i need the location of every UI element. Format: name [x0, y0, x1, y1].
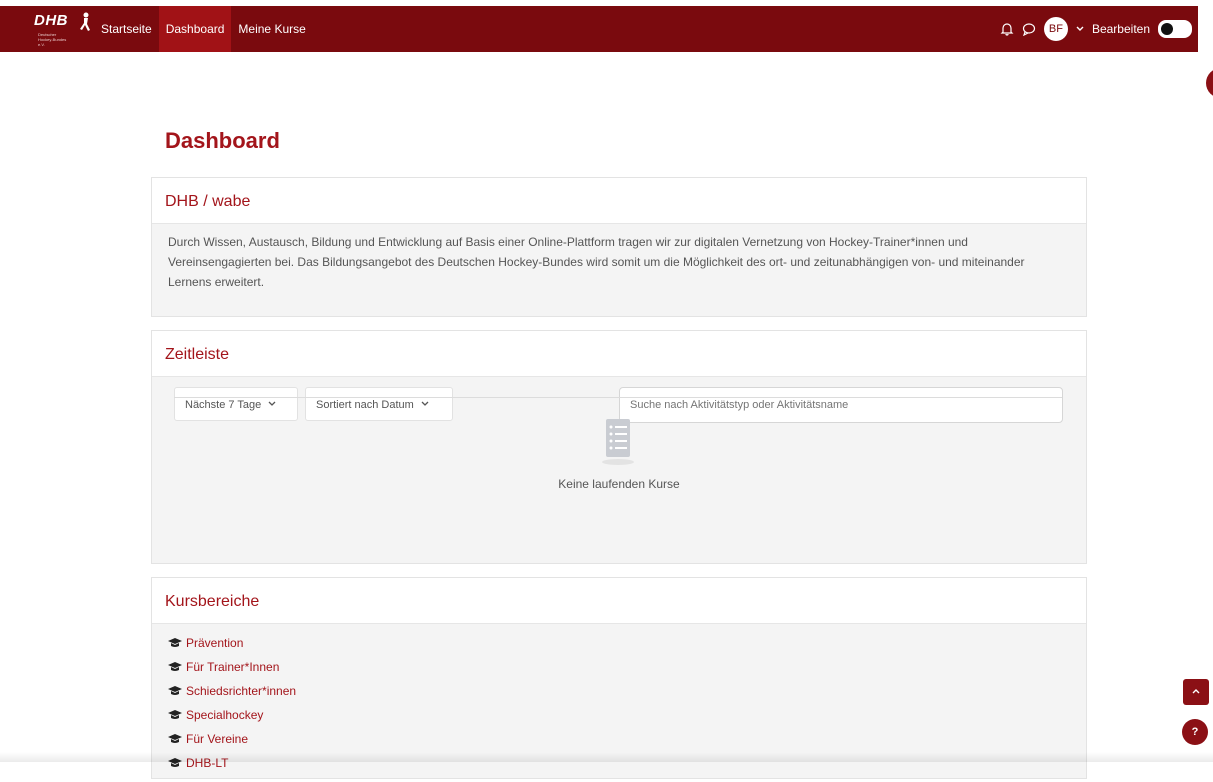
category-label: Specialhockey [186, 708, 264, 722]
edit-mode-toggle[interactable] [1158, 20, 1192, 38]
logo-text: DHB [34, 12, 68, 29]
logo-subtext: Deutscher Hockey-Bundes e.V. [38, 32, 67, 47]
user-avatar[interactable]: BF [1043, 17, 1068, 41]
timeline-search-input[interactable] [619, 387, 1063, 423]
nav-meine-kurse[interactable]: Meine Kurse [231, 6, 312, 52]
timeline-range-label: Nächste 7 Tage [185, 399, 262, 411]
category-item-specialhockey[interactable]: Specialhockey [168, 703, 1070, 727]
chevron-up-icon [1192, 689, 1200, 694]
timeline-sort-select[interactable]: Sortiert nach Datum [305, 387, 453, 421]
graduation-cap-icon [168, 734, 182, 743]
category-item-praevention[interactable]: Prävention [168, 631, 1070, 655]
graduation-cap-icon [168, 686, 182, 695]
category-label: Für Vereine [186, 732, 249, 746]
nav-dashboard[interactable]: Dashboard [158, 6, 232, 52]
chat-bubble-icon[interactable] [1022, 22, 1036, 36]
about-block-text: Durch Wissen, Austausch, Bildung und Ent… [168, 235, 1025, 289]
footer-shadow [0, 752, 1213, 762]
category-label: Prävention [186, 636, 244, 650]
course-categories-block: Kursbereiche Prävention Für Trainer*Inne… [151, 577, 1087, 779]
course-categories-title: Kursbereiche [152, 578, 1086, 624]
graduation-cap-icon [168, 710, 182, 719]
category-item-vereine[interactable]: Für Vereine [168, 727, 1070, 751]
help-button[interactable]: ? [1182, 719, 1208, 745]
timeline-block-title: Zeitleiste [152, 331, 1086, 377]
chevron-down-icon [268, 401, 276, 406]
about-block: DHB / wabe Durch Wissen, Austausch, Bild… [151, 177, 1087, 317]
timeline-block: Zeitleiste Nächste 7 Tage Sortiert nach … [151, 330, 1087, 564]
right-drawer-toggle[interactable] [1206, 68, 1213, 98]
graduation-cap-icon [168, 638, 182, 647]
back-to-top-button[interactable] [1183, 679, 1209, 705]
category-label: Für Trainer*Innen [186, 660, 280, 674]
hockey-player-icon [80, 12, 90, 31]
timeline-range-select[interactable]: Nächste 7 Tage [174, 387, 298, 421]
top-navbar: DHB Deutscher Hockey-Bundes e.V. Startse… [0, 6, 1198, 52]
chevron-down-icon[interactable] [1076, 25, 1084, 33]
bell-icon[interactable] [1000, 22, 1014, 36]
edit-mode-label: Bearbeiten [1091, 22, 1150, 36]
nav-startseite[interactable]: Startseite [94, 6, 159, 52]
timeline-divider [174, 397, 1062, 398]
timeline-empty-text: Keine laufenden Kurse [558, 477, 680, 491]
navbar-right: BF Bearbeiten [1000, 6, 1192, 52]
empty-list-icon [602, 419, 634, 465]
category-item-trainer[interactable]: Für Trainer*Innen [168, 655, 1070, 679]
graduation-cap-icon [168, 662, 182, 671]
category-item-schiedsrichter[interactable]: Schiedsrichter*innen [168, 679, 1070, 703]
timeline-sort-label: Sortiert nach Datum [316, 399, 414, 411]
category-label: Schiedsrichter*innen [186, 684, 297, 698]
about-block-title: DHB / wabe [152, 178, 1086, 224]
page-title: Dashboard [165, 128, 280, 153]
chevron-down-icon [421, 401, 429, 406]
dhb-logo[interactable]: DHB Deutscher Hockey-Bundes e.V. [34, 6, 94, 52]
